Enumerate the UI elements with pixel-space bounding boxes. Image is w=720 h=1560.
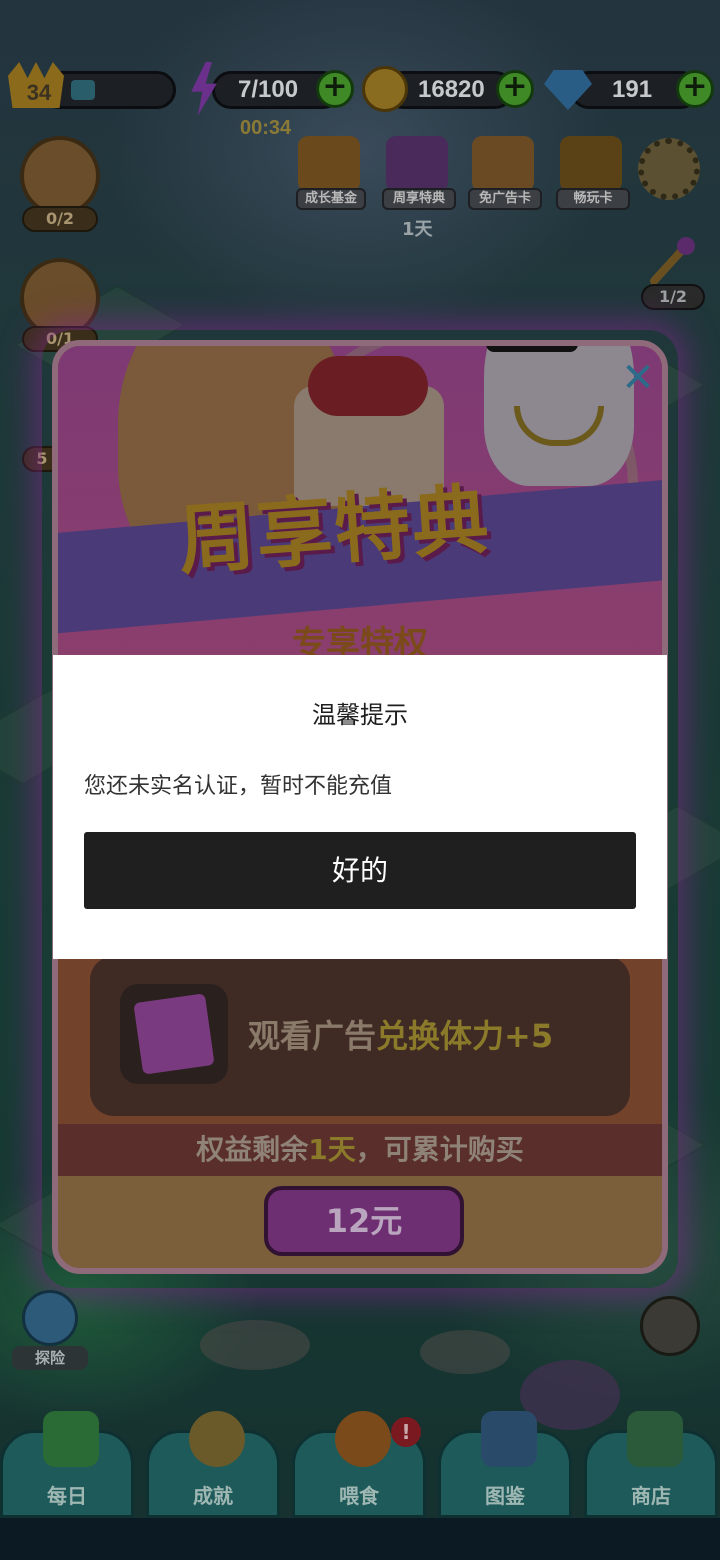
hot-air-balloon-icon xyxy=(22,1290,78,1346)
remaining-bar: 权益剩余1天，可累计购买 xyxy=(58,1124,662,1176)
add-energy-button[interactable]: + xyxy=(316,70,354,108)
nav-daily[interactable]: 每日 xyxy=(0,1411,134,1518)
dialog-message: 您还未实名认证，暂时不能充值 xyxy=(84,774,393,799)
ok-button[interactable]: 好的 xyxy=(84,832,636,909)
gem-value: 191 xyxy=(612,76,653,103)
side-count: 0/2 xyxy=(22,206,98,232)
system-bottom-bar xyxy=(0,1518,720,1560)
daily-gift-icon[interactable] xyxy=(20,136,100,216)
dialog-title: 温馨提示 xyxy=(312,701,408,729)
no-ads-card-icon[interactable] xyxy=(472,136,534,192)
nav-label: 图鉴 xyxy=(485,1484,525,1508)
ad-text-prefix: 观看广告 xyxy=(248,1017,377,1055)
rock xyxy=(420,1330,510,1374)
add-coins-button[interactable]: + xyxy=(496,70,534,108)
nav-shop[interactable]: 商店 xyxy=(584,1411,718,1518)
ad-text-highlight: 兑换体力+5 xyxy=(376,1017,554,1055)
explore-label: 探险 xyxy=(12,1346,88,1370)
magic-wand-icon[interactable] xyxy=(644,236,704,286)
explore-button[interactable]: 探险 xyxy=(12,1290,88,1370)
coin-value: 16820 xyxy=(418,76,485,103)
wand-count: 1/2 xyxy=(641,284,705,310)
nav-label: 喂食 xyxy=(339,1484,379,1508)
nav-collection[interactable]: 图鉴 xyxy=(438,1411,572,1518)
star-medal-icon xyxy=(189,1411,245,1467)
nav-feed[interactable]: ! 喂食 xyxy=(292,1411,426,1518)
food-bowl-icon xyxy=(335,1411,391,1467)
nav-achievements[interactable]: 成就 xyxy=(146,1411,280,1518)
nav-label: 商店 xyxy=(631,1484,671,1508)
clapper-board xyxy=(133,993,215,1075)
growth-fund-icon[interactable] xyxy=(298,136,360,192)
video-clapper-icon xyxy=(120,984,228,1084)
shop-label-growth-fund: 成长基金 xyxy=(296,188,366,210)
shop-label-no-ads: 免广告卡 xyxy=(468,188,542,210)
berries-art xyxy=(308,356,428,416)
ad-reward-card[interactable]: 观看广告兑换体力+5 xyxy=(90,956,630,1116)
nav-label: 每日 xyxy=(47,1484,87,1508)
popup-header: 周享特典 专享特权 xyxy=(58,346,662,676)
alert-badge-icon: ! xyxy=(391,1417,421,1447)
bottom-nav: 每日 成就 ! 喂食 图鉴 商店 xyxy=(0,1411,720,1518)
add-gems-button[interactable]: + xyxy=(676,70,714,108)
shop-label-crown-card: 畅玩卡 xyxy=(556,188,630,210)
weekly-pack-icon[interactable] xyxy=(386,136,448,192)
rock xyxy=(200,1320,310,1370)
xp-fill xyxy=(71,80,95,100)
close-icon[interactable]: ✕ xyxy=(618,358,658,398)
realname-alert-dialog: 温馨提示 您还未实名认证，暂时不能充值 好的 xyxy=(53,655,667,959)
remaining-suffix: ，可累计购买 xyxy=(355,1133,524,1166)
buy-button[interactable]: 12元 xyxy=(264,1186,464,1256)
question-book-icon xyxy=(481,1411,537,1467)
remaining-days: 1天 xyxy=(308,1133,356,1166)
level-badge: 34 xyxy=(26,80,52,105)
nav-label: 成就 xyxy=(193,1484,233,1508)
crown-card-icon[interactable] xyxy=(560,136,622,192)
remaining-prefix: 权益剩余 xyxy=(196,1133,309,1166)
top-hud: 7/100 + 16820 + 191 + xyxy=(0,62,720,118)
settings-gear-icon[interactable] xyxy=(638,138,700,200)
energy-timer: 00:34 xyxy=(240,117,292,139)
paw-coin-icon xyxy=(362,66,408,112)
shop-stall-icon xyxy=(627,1411,683,1467)
sunglasses-art xyxy=(486,346,578,352)
weekly-days-left: 1天 xyxy=(402,219,433,240)
shovel-icon[interactable] xyxy=(640,1296,700,1356)
shop-label-weekly-pack: 周享特典 xyxy=(382,188,456,210)
ad-reward-text: 观看广告兑换体力+5 xyxy=(248,1011,553,1057)
energy-value: 7/100 xyxy=(238,76,299,103)
checklist-icon xyxy=(43,1411,99,1467)
